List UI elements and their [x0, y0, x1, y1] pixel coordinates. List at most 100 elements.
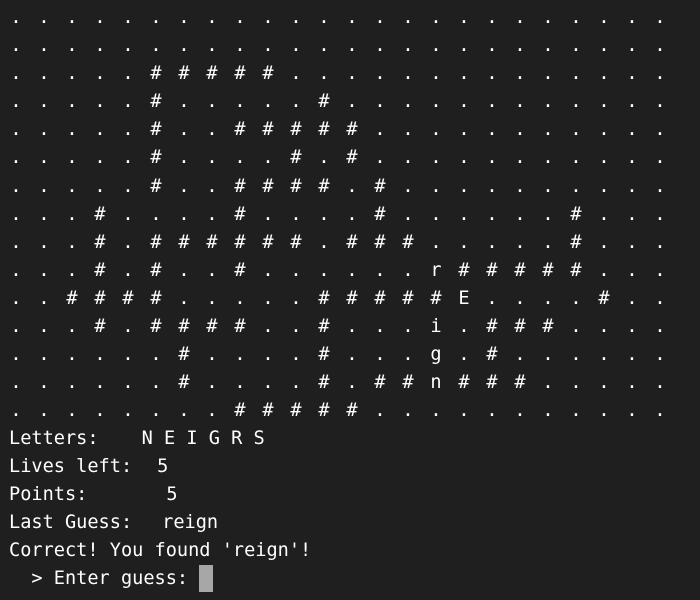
board-cell-wall: # [374, 203, 386, 225]
board-cell-empty: . [10, 91, 22, 113]
board-cell-empty: . [346, 344, 358, 366]
board-cell-empty: . [514, 7, 526, 28]
board-cell-empty: . [94, 91, 106, 113]
board-cell-wall: # [206, 231, 218, 253]
board-cell-empty: . [10, 316, 22, 338]
board-cell-empty: . [514, 35, 526, 57]
board-cell-wall: # [94, 259, 106, 281]
board-cell-empty: . [206, 7, 218, 28]
points-line: Points: 5 [9, 481, 699, 509]
board-cell-empty: . [458, 400, 470, 422]
board-cell-empty: . [626, 316, 638, 338]
board-cell-wall: # [206, 316, 218, 338]
board-cell-empty: . [402, 400, 414, 422]
board-cell-empty: . [374, 35, 386, 57]
board-cell-empty: . [262, 35, 274, 57]
board-cell-empty: . [38, 91, 50, 113]
points-label: Points: [9, 484, 88, 506]
board-cell-empty: . [346, 175, 358, 197]
board-cell-empty: . [626, 400, 638, 422]
board-cell-empty: . [290, 7, 302, 28]
board-cell-empty: . [626, 203, 638, 225]
board-cell-empty: . [178, 119, 190, 141]
board-cell-empty: . [10, 63, 22, 85]
board-row: ..... # # # # #.............. [9, 60, 699, 88]
board-cell-empty: . [38, 344, 50, 366]
board-cell-empty: . [514, 231, 526, 253]
board-cell-empty: . [206, 147, 218, 169]
board-cell-empty: . [374, 259, 386, 281]
board-row: ........ # # # # #........... [9, 397, 699, 425]
board-cell-empty: . [262, 372, 274, 394]
board-cell-empty: . [10, 231, 22, 253]
board-cell-empty: . [542, 231, 554, 253]
letters-line: Letters: N E I G R S [9, 425, 699, 453]
board-row: .. # # # #..... # # # # # E.... #.. [9, 285, 699, 313]
board-cell-empty: . [206, 175, 218, 197]
board-cell-empty: . [486, 203, 498, 225]
board-cell-empty: . [374, 316, 386, 338]
board-cell-empty: . [262, 259, 274, 281]
board-cell-empty: . [178, 259, 190, 281]
board-cell-empty: . [150, 344, 162, 366]
board-cell-empty: . [626, 147, 638, 169]
board-cell-empty: . [542, 203, 554, 225]
board-cell-empty: . [318, 7, 330, 28]
board-cell-empty: . [206, 259, 218, 281]
board-cell-empty: . [402, 7, 414, 28]
board-cell-wall: # [234, 63, 246, 85]
board-cell-empty: . [626, 344, 638, 366]
board-cell-wall: # [234, 175, 246, 197]
board-row: ..... #.. # # # #. #.......... [9, 173, 699, 201]
board-cell-empty: . [178, 203, 190, 225]
board-row: ..... #.... #. #........... [9, 144, 699, 172]
board-cell-empty: . [570, 344, 582, 366]
board-cell-empty: . [262, 287, 274, 309]
board-cell-empty: . [38, 63, 50, 85]
board-cell-empty: . [654, 400, 666, 422]
board-cell-empty: . [654, 35, 666, 57]
board-cell-empty: . [66, 91, 78, 113]
board-row: ...... #.... #... g. #...... [9, 341, 699, 369]
board-cell-empty: . [486, 35, 498, 57]
board-cell-empty: . [626, 91, 638, 113]
board-cell-empty: . [122, 147, 134, 169]
board-cell-empty: . [234, 91, 246, 113]
board-cell-wall: # [346, 231, 358, 253]
board-cell-empty: . [122, 316, 134, 338]
board-cell-empty: . [178, 7, 190, 28]
board-cell-wall: # [346, 400, 358, 422]
board-cell-empty: . [346, 35, 358, 57]
board-cell-wall: # [514, 372, 526, 394]
board-cell-empty: . [318, 259, 330, 281]
board-cell-wall: # [346, 119, 358, 141]
board-cell-empty: . [402, 63, 414, 85]
board-cell-empty: . [94, 7, 106, 28]
board-cell-empty: . [514, 287, 526, 309]
board-cell-wall: # [318, 316, 330, 338]
text-cursor[interactable] [199, 565, 214, 593]
board-cell-empty: . [122, 259, 134, 281]
board-cell-empty: . [206, 287, 218, 309]
board-cell-wall: # [514, 316, 526, 338]
board-cell-empty: . [542, 91, 554, 113]
board-cell-empty: . [374, 344, 386, 366]
board-cell-wall: # [94, 287, 106, 309]
board-cell-empty: . [122, 372, 134, 394]
board-cell-wall: # [150, 119, 162, 141]
board-cell-empty: . [430, 175, 442, 197]
points-value: 5 [166, 484, 178, 506]
board-cell-empty: . [178, 35, 190, 57]
board-cell-empty: . [94, 119, 106, 141]
board-cell-empty: . [402, 119, 414, 141]
last-guess-line: Last Guess: reign [9, 509, 699, 537]
board-cell-empty: . [234, 344, 246, 366]
board-cell-empty: . [10, 400, 22, 422]
board-cell-wall: # [570, 259, 582, 281]
board-cell-empty: . [626, 7, 638, 28]
board-cell-empty: . [94, 175, 106, 197]
board-cell-empty: . [66, 63, 78, 85]
prompt-line[interactable]: > Enter guess: [9, 565, 699, 593]
board-cell-empty: . [542, 7, 554, 28]
board-cell-empty: . [626, 372, 638, 394]
